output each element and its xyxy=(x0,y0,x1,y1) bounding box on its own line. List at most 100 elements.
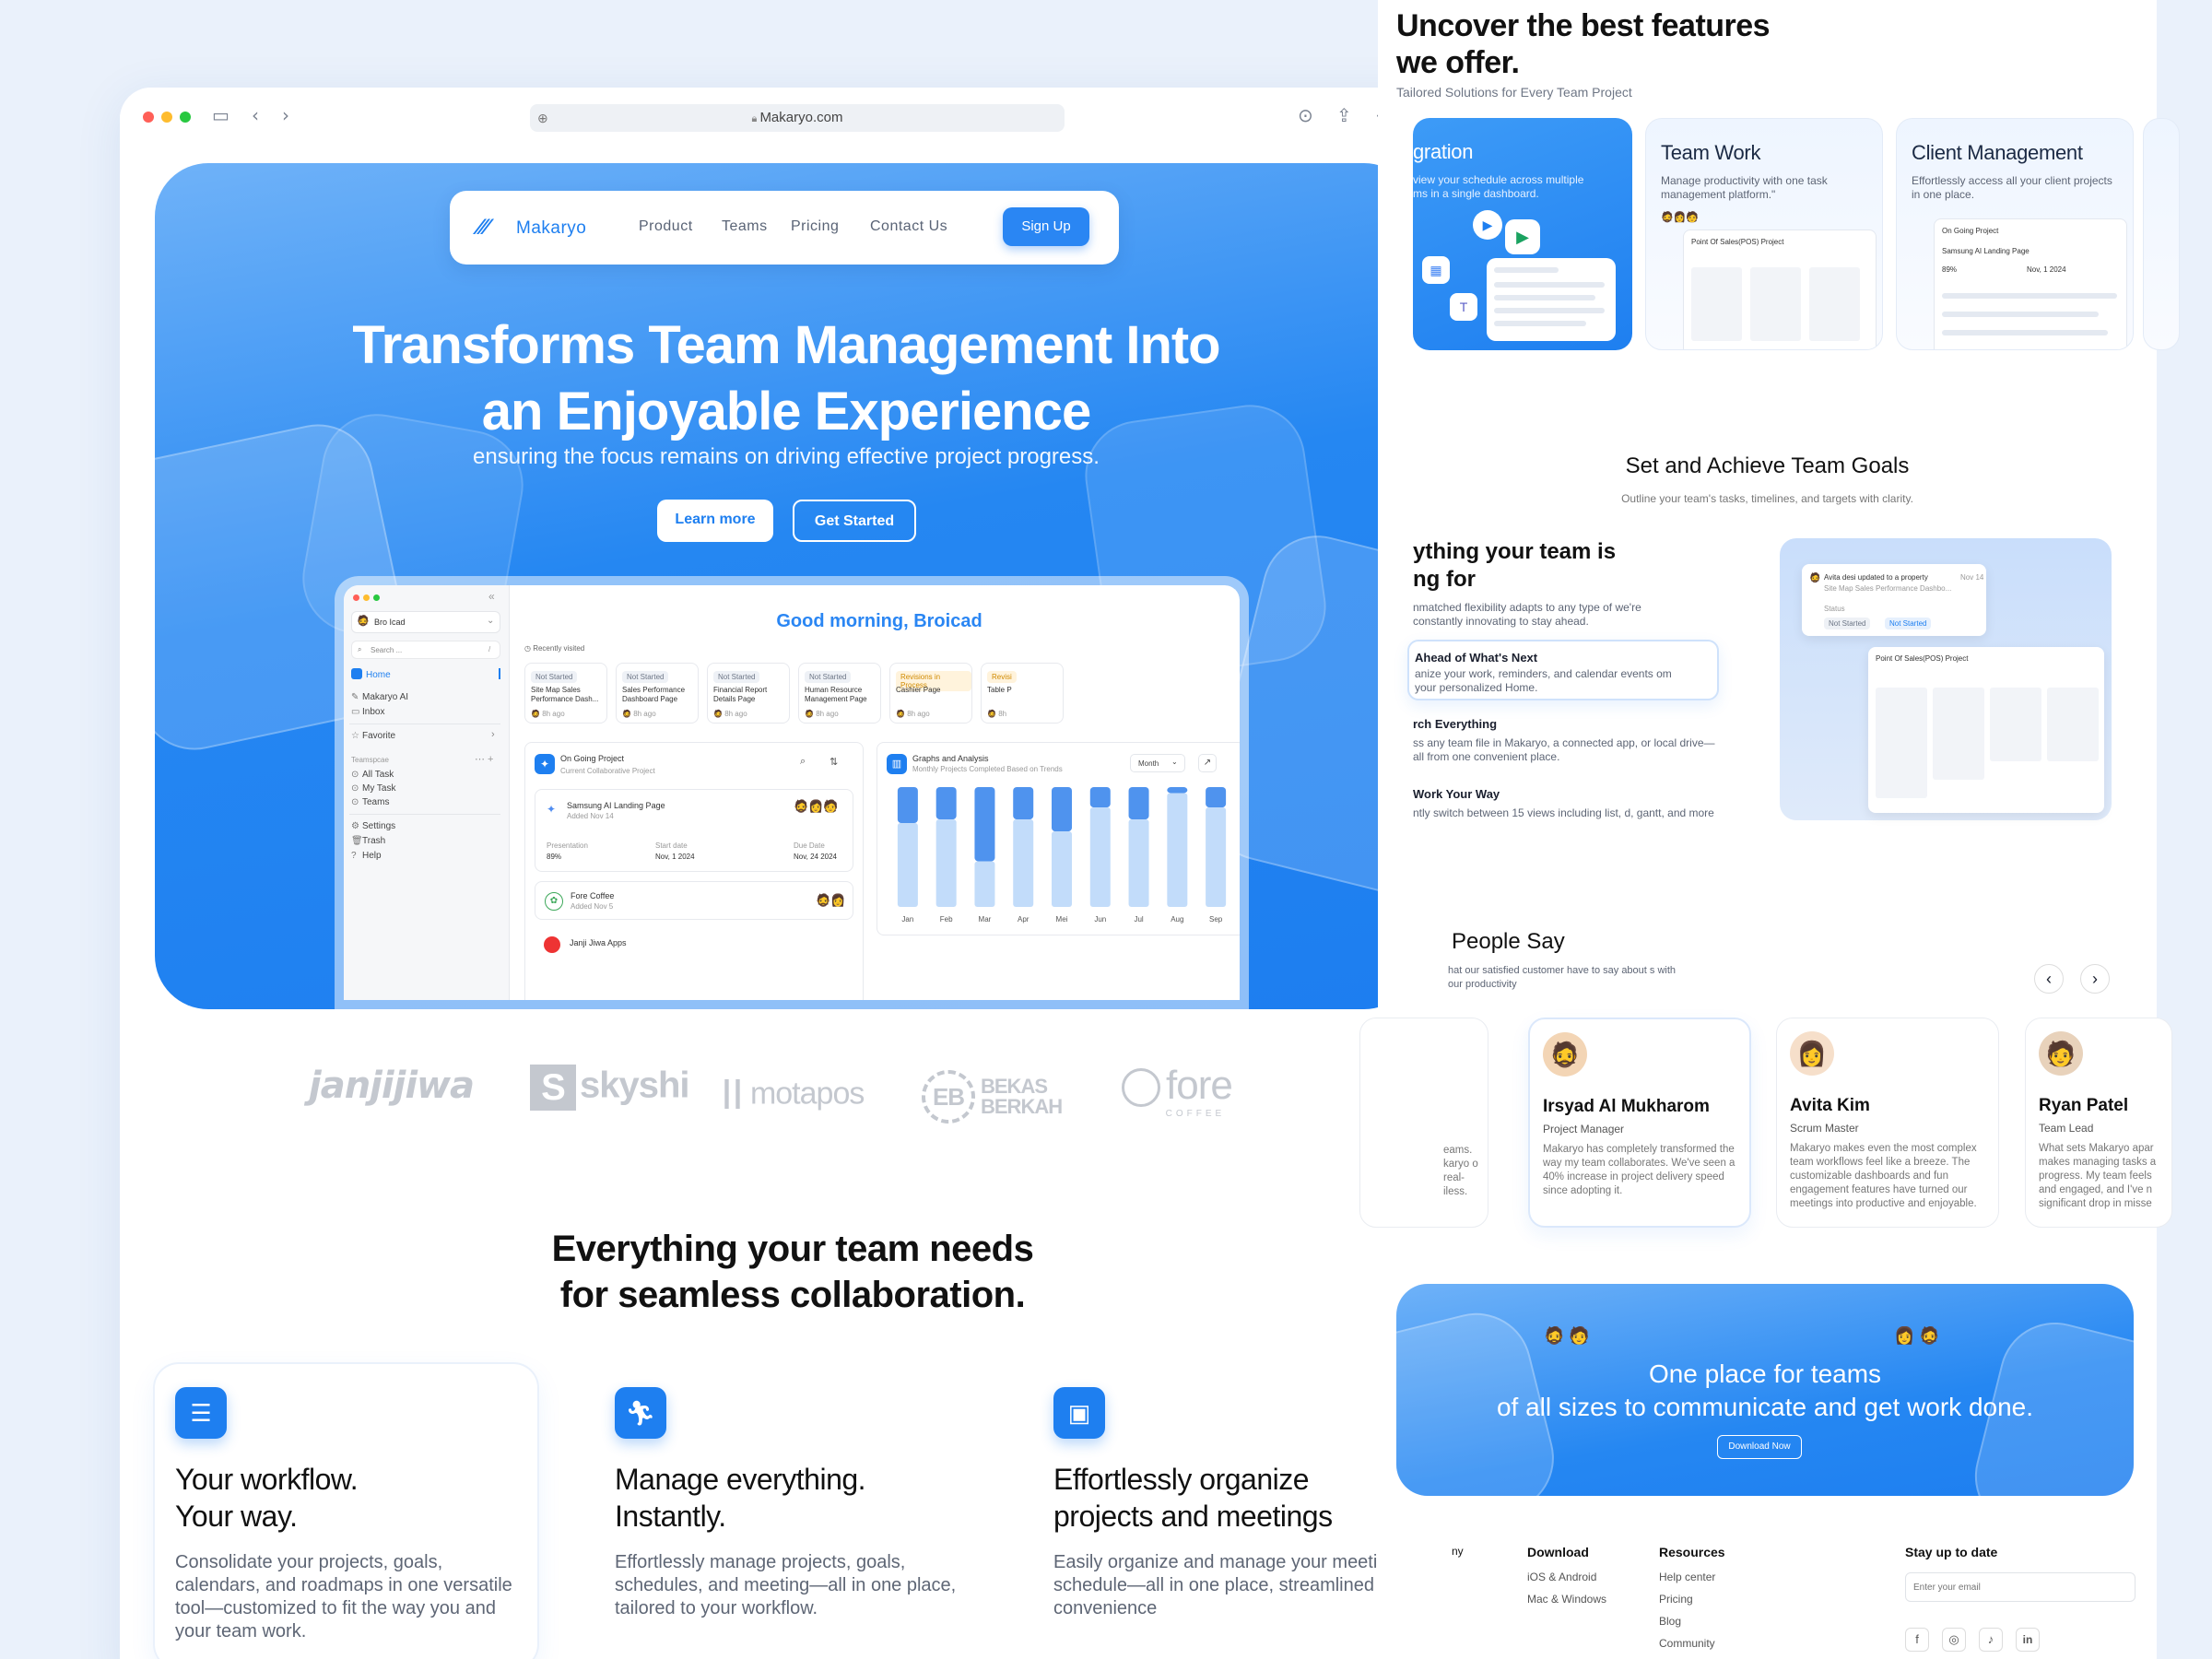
sidebar-item-makaryo-ai[interactable]: Makaryo AI xyxy=(362,692,408,702)
recent-card[interactable]: Not Started Financial Report Details Page… xyxy=(707,663,790,724)
x-tick-label: Jul xyxy=(1134,915,1143,924)
integration-card[interactable]: gration view your schedule across multip… xyxy=(1413,118,1632,350)
download-icon[interactable]: ⊙ xyxy=(1298,104,1313,126)
nav-product-link[interactable]: Product xyxy=(639,218,693,235)
start-value: Nov, 1 2024 xyxy=(655,853,695,861)
bar-segment-dark xyxy=(897,787,918,823)
footer-link[interactable]: Blog xyxy=(1659,1615,1681,1628)
goals-item[interactable]: rch Everything ss any team file in Makar… xyxy=(1413,717,1717,764)
project-card[interactable]: Janji Jiwa Apps xyxy=(535,929,853,968)
nav-teams-link[interactable]: Teams xyxy=(722,218,768,235)
logo-fore: fore COFFEE xyxy=(1122,1063,1233,1119)
back-arrow-icon[interactable]: ‹ xyxy=(252,104,259,126)
greeting: Good morning, Broicad xyxy=(776,611,982,631)
instagram-icon[interactable]: ◎ xyxy=(1942,1628,1966,1652)
sidebar-item-trash[interactable]: Trash xyxy=(362,836,385,846)
client-management-card[interactable]: Client Management Effortlessly access al… xyxy=(1896,118,2134,350)
sidebar-item-teams[interactable]: Teams xyxy=(362,797,389,807)
app-preview: « 🧔 Bro Icad ⌄ ⌕ Search ... / Home ✎ Mak… xyxy=(335,576,1249,1009)
footer-link[interactable]: Mac & Windows xyxy=(1527,1593,1606,1606)
prev-arrow-button[interactable]: ‹ xyxy=(2034,964,2064,994)
zoom-window-button[interactable] xyxy=(180,112,191,123)
chevron-down-icon: ⌄ xyxy=(1171,758,1178,766)
sidebar-item-home[interactable]: Home xyxy=(347,666,504,683)
learn-more-button[interactable]: Learn more xyxy=(657,500,773,542)
sidebar-search-input[interactable]: ⌕ Search ... / xyxy=(351,641,500,659)
search-placeholder: Search ... xyxy=(371,646,403,654)
share-icon[interactable]: ⇪ xyxy=(1336,104,1352,126)
sparkle-icon: ✦ xyxy=(547,803,557,816)
filter-icon[interactable]: ⇅ xyxy=(830,756,838,768)
sidebar-item-my-task[interactable]: My Task xyxy=(362,783,396,794)
footer-link[interactable]: Help center xyxy=(1659,1571,1715,1583)
feature-title: Your workflow. Your way. xyxy=(175,1463,359,1533)
recent-title: Table P xyxy=(987,686,1012,694)
expand-icon[interactable]: ↗ xyxy=(1198,754,1217,772)
status-badge: Not Started xyxy=(531,671,578,683)
chevron-right-icon[interactable]: › xyxy=(491,729,495,740)
user-avatar: 🧔 xyxy=(357,616,370,627)
recent-time: 🧔 8h ago xyxy=(805,710,839,718)
project-card[interactable]: ✿ Fore Coffee Added Nov 5 🧔👩 xyxy=(535,881,853,920)
forward-arrow-icon[interactable]: › xyxy=(282,104,289,126)
newsletter-email-input[interactable] xyxy=(1905,1572,2136,1602)
x-tick-label: Aug xyxy=(1171,915,1183,924)
recent-time: 🧔 8h ago xyxy=(531,710,565,718)
team-work-card[interactable]: Team Work Manage productivity with one t… xyxy=(1645,118,1883,350)
footer-link[interactable]: Pricing xyxy=(1659,1593,1693,1606)
footer-link[interactable]: iOS & Android xyxy=(1527,1571,1596,1583)
top-nav: ⁄⁄⁄ Makaryo Product Teams Pricing Contac… xyxy=(450,191,1119,265)
recent-card[interactable]: Revisi Table P 🧔 8h xyxy=(981,663,1064,724)
site-settings-icon[interactable]: ⊕ xyxy=(537,104,548,132)
sidebar-item-all-task[interactable]: All Task xyxy=(362,770,394,780)
project-added: Added Nov 5 xyxy=(571,902,614,911)
workspace-switcher[interactable]: 🧔 Bro Icad ⌄ xyxy=(351,611,500,633)
recent-card[interactable]: Not Started Human Resource Management Pag… xyxy=(798,663,881,724)
sidebar-toggle-icon[interactable]: ▭ xyxy=(212,104,229,126)
download-now-button[interactable]: Download Now xyxy=(1717,1435,1802,1459)
recent-time: 🧔 8h ago xyxy=(896,710,930,718)
recent-card[interactable]: Revisions in Process Cashier Page 🧔 8h ago xyxy=(889,663,972,724)
nav-contact-link[interactable]: Contact Us xyxy=(870,218,947,235)
period-select[interactable]: Month ⌄ xyxy=(1130,754,1185,772)
sparkle-icon: ✎ xyxy=(351,692,359,702)
sidebar-item-inbox[interactable]: Inbox xyxy=(362,707,384,717)
footer-link[interactable]: Community xyxy=(1659,1637,1715,1650)
collapse-sidebar-icon[interactable]: « xyxy=(488,590,495,603)
address-bar[interactable]: ⊕ 🔒︎ Makaryo.com xyxy=(530,104,1065,132)
x-tick-label: Jun xyxy=(1094,915,1106,924)
recent-card[interactable]: Not Started Sales Performance Dashboard P… xyxy=(616,663,699,724)
linkedin-icon[interactable]: in xyxy=(2016,1628,2040,1652)
brand-name[interactable]: Makaryo xyxy=(516,218,586,239)
bar-segment-dark xyxy=(1052,787,1072,832)
facebook-icon[interactable]: f xyxy=(1905,1628,1929,1652)
people-subtitle: hat our satisfied customer have to say a… xyxy=(1448,965,1677,990)
card-desc: Effortlessly access all your client proj… xyxy=(1912,174,2112,201)
browser-window: ▭ ‹ › ⊕ 🔒︎ Makaryo.com ⊙ ⇪ + ⧉ ⁄⁄⁄ Makar… xyxy=(120,88,1465,1659)
goals-item[interactable]: Work Your Way ntly switch between 15 vie… xyxy=(1413,787,1717,820)
sidebar-item-help[interactable]: Help xyxy=(362,851,382,861)
nav-pricing-link[interactable]: Pricing xyxy=(791,218,839,235)
goals-item-active[interactable]: Ahead of What's Next anize your work, re… xyxy=(1407,640,1719,700)
get-started-button[interactable]: Get Started xyxy=(793,500,916,542)
more-icon[interactable]: ⋯ + xyxy=(475,753,493,765)
signup-button[interactable]: Sign Up xyxy=(1003,207,1089,246)
panel-subheading: Tailored Solutions for Every Team Projec… xyxy=(1396,85,1632,100)
sidebar-item-favorite[interactable]: Favorite xyxy=(362,731,395,741)
close-window-button[interactable] xyxy=(143,112,154,123)
start-label: Start date xyxy=(655,841,688,850)
minimize-window-button[interactable] xyxy=(161,112,172,123)
recent-card[interactable]: Not Started Site Map Sales Performance Da… xyxy=(524,663,607,724)
hero-title: Transforms Team Management Into an Enjoy… xyxy=(155,312,1418,445)
bar-segment-dark xyxy=(1089,787,1111,808)
tiktok-icon[interactable]: ♪ xyxy=(1979,1628,2003,1652)
feature-desc: Easily organize and manage your meeting … xyxy=(1053,1552,1401,1618)
project-card[interactable]: ✦ Samsung AI Landing Page Added Nov 14 🧔… xyxy=(535,789,853,872)
bar-segment-light xyxy=(974,861,995,907)
brand-logo-icon[interactable]: ⁄⁄⁄ xyxy=(477,215,488,241)
search-icon[interactable]: ⌕ xyxy=(800,756,806,768)
runner-icon: 🏃︎ xyxy=(615,1387,666,1439)
teamspace-label: Teamspcae xyxy=(351,756,389,764)
sidebar-item-settings[interactable]: Settings xyxy=(362,821,395,831)
next-arrow-button[interactable]: › xyxy=(2080,964,2110,994)
